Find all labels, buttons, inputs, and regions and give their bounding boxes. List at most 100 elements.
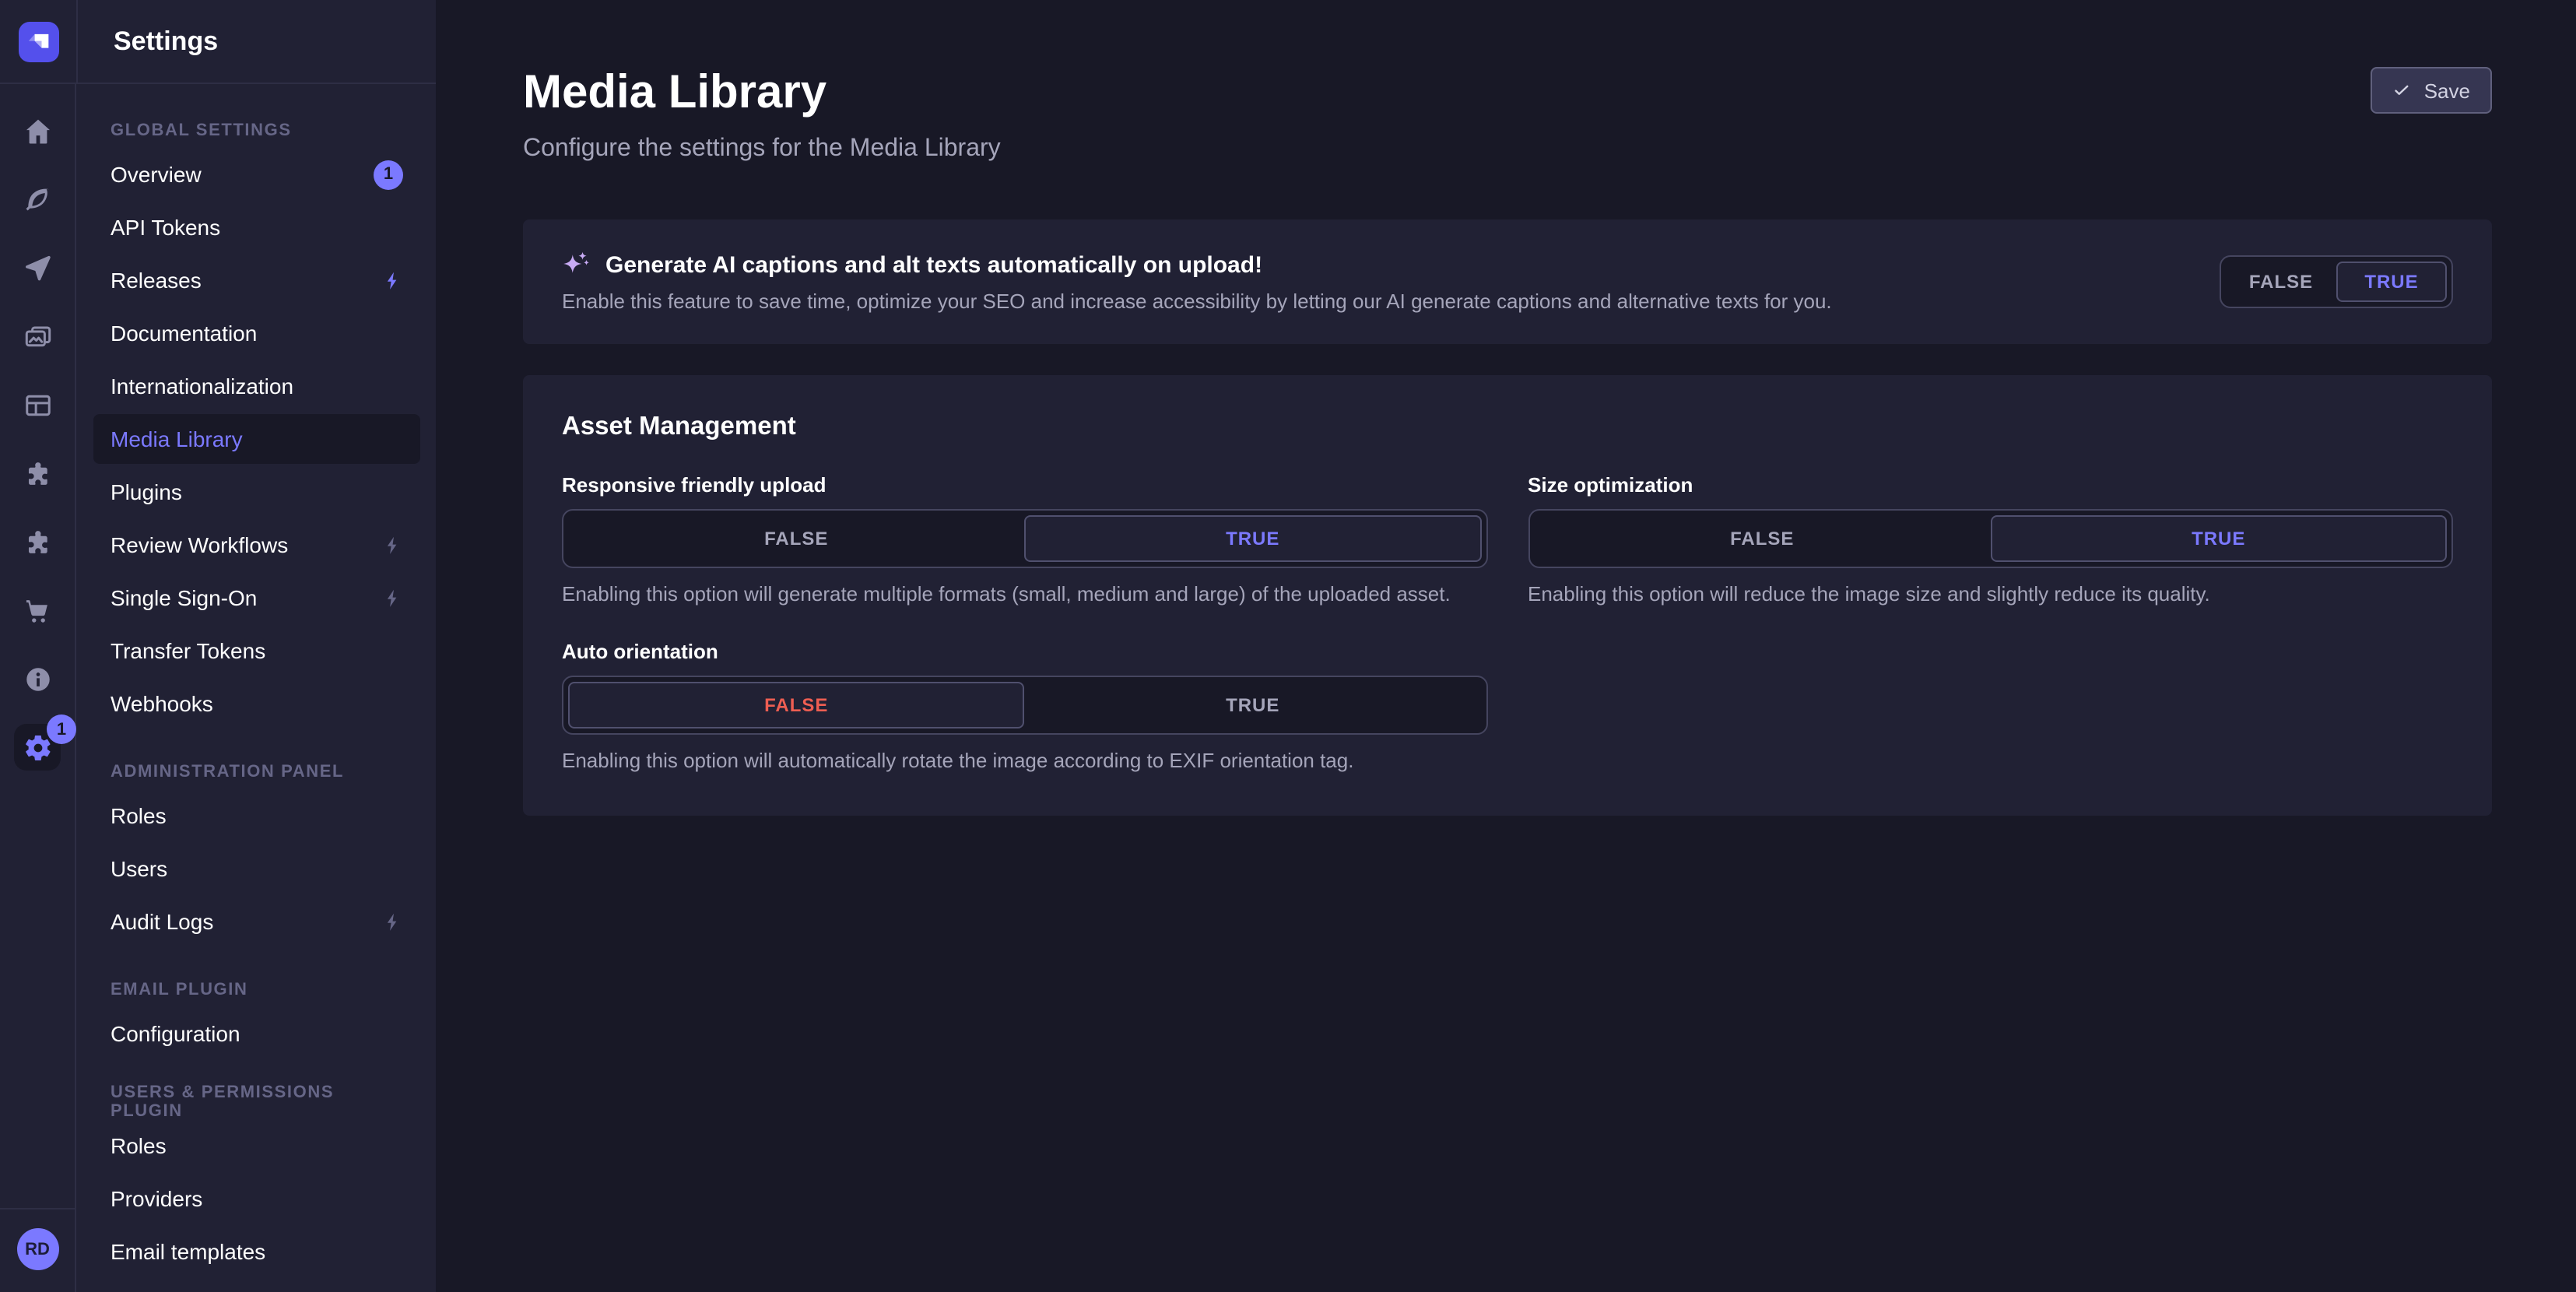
layout-icon <box>23 390 52 420</box>
sidebar-item-webhooks[interactable]: Webhooks <box>93 679 420 729</box>
strapi-logo[interactable] <box>18 21 58 61</box>
rail-item-home[interactable] <box>0 97 75 165</box>
toggle-option-false[interactable]: FALSE <box>568 515 1025 562</box>
rail-item-info[interactable] <box>0 644 75 713</box>
sidebar-item-media-library[interactable]: Media Library <box>93 414 420 464</box>
sidebar-item-documentation[interactable]: Documentation <box>93 308 420 358</box>
settings-menu-list: GLOBAL SETTINGSOverview1API TokensReleas… <box>93 112 420 1276</box>
puzzle-icon <box>23 527 52 556</box>
sidebar-item-api-tokens[interactable]: API Tokens <box>93 202 420 252</box>
sidebar-item-label: API Tokens <box>111 215 403 240</box>
sidebar-header: Settings <box>0 0 436 84</box>
toggle-option-false[interactable]: FALSE <box>1534 515 1991 562</box>
sidebar-item-label: Review Workflows <box>111 532 383 557</box>
sidebar-item-label: Configuration <box>111 1021 403 1046</box>
sidebar-item-label: Users <box>111 856 403 881</box>
sidebar-item-label: Audit Logs <box>111 909 383 934</box>
sidebar-item-label: Email templates <box>111 1239 403 1264</box>
section-label-email-plugin: EMAIL PLUGIN <box>93 971 420 1009</box>
sidebar-title: Settings <box>114 26 218 57</box>
asset-management-fields: Responsive friendly uploadFALSETRUEEnabl… <box>562 473 2453 772</box>
rail-item-cart[interactable] <box>0 576 75 644</box>
sidebar-item-label: Overview <box>111 162 374 187</box>
notification-badge: 1 <box>374 160 403 189</box>
sidebar-item-label: Providers <box>111 1186 403 1211</box>
sidebar-item-single-sign-on[interactable]: Single Sign-On <box>93 573 420 623</box>
rail-item-puzzle[interactable] <box>0 507 75 576</box>
rail-item-puzzle[interactable] <box>0 439 75 507</box>
section-label-global-settings: GLOBAL SETTINGS <box>93 112 420 149</box>
images-icon <box>23 321 52 351</box>
sidebar-item-plugins[interactable]: Plugins <box>93 467 420 517</box>
section-label-users-permissions-plugin: USERS & PERMISSIONS PLUGIN <box>93 1083 420 1121</box>
asset-management-title: Asset Management <box>562 413 2453 442</box>
sidebar-item-label: Releases <box>111 268 383 293</box>
lightning-icon <box>383 535 403 555</box>
toggle-option-true[interactable]: TRUE <box>2336 262 2447 302</box>
sidebar-item-transfer-tokens[interactable]: Transfer Tokens <box>93 626 420 676</box>
strapi-logo-icon <box>18 21 58 61</box>
rail-item-layout[interactable] <box>0 370 75 439</box>
page-heading-block: Media Library Configure the settings for… <box>523 67 1001 163</box>
settings-submenu: GLOBAL SETTINGSOverview1API TokensReleas… <box>76 84 436 1292</box>
sidebar-item-label: Internationalization <box>111 374 403 398</box>
rail-item-feather[interactable] <box>0 165 75 233</box>
toggle-option-false[interactable]: FALSE <box>2226 262 2336 302</box>
toggle-option-true[interactable]: TRUE <box>1025 682 1482 729</box>
field-size-optimization: Size optimization FALSETRUE Enabling this … <box>1528 473 2453 606</box>
sidebar-item-releases[interactable]: Releases <box>93 255 420 305</box>
gear-icon <box>23 732 52 762</box>
info-icon <box>23 664 52 693</box>
lightning-icon <box>383 270 403 290</box>
sidebar-item-providers[interactable]: Providers <box>93 1174 420 1224</box>
sidebar-item-users[interactable]: Users <box>93 844 420 894</box>
main-content: Media Library Configure the settings for… <box>436 0 2576 1292</box>
user-avatar[interactable]: RD <box>16 1228 58 1270</box>
toggle-option-true[interactable]: TRUE <box>1991 515 2448 562</box>
ai-banner: Generate AI captions and alt texts autom… <box>523 219 2492 344</box>
sidebar-item-configuration[interactable]: Configuration <box>93 1009 420 1059</box>
rail-item-paper-plane[interactable] <box>0 233 75 302</box>
save-button-label: Save <box>2424 79 2470 102</box>
field-label: Auto orientation <box>562 640 1487 663</box>
rail-item-images[interactable] <box>0 302 75 370</box>
sidebar-item-audit-logs[interactable]: Audit Logs <box>93 897 420 946</box>
sparkles-icon <box>562 251 590 279</box>
field-hint: Enabling this option will automatically … <box>562 749 1487 772</box>
sidebar-item-label: Roles <box>111 803 403 828</box>
toggle-option-true[interactable]: TRUE <box>1025 515 1482 562</box>
sidebar-item-overview[interactable]: Overview1 <box>93 149 420 199</box>
field-label: Responsive friendly upload <box>562 473 1487 497</box>
rail-icon-list: 1 <box>0 97 75 781</box>
field-hint: Enabling this option will reduce the ima… <box>1528 582 2453 606</box>
lightning-icon <box>383 911 403 932</box>
notification-badge: 1 <box>47 714 76 744</box>
save-button[interactable]: Save <box>2371 67 2492 114</box>
sidebar-body: 1 RD GLOBAL SETTINGSOverview1API TokensR… <box>0 84 436 1292</box>
paper-plane-icon <box>23 253 52 283</box>
ai-banner-text: Generate AI captions and alt texts autom… <box>562 251 2173 313</box>
sidebar-item-roles[interactable]: Roles <box>93 1121 420 1171</box>
rail-bottom: RD <box>0 1208 75 1292</box>
section-label-administration-panel: ADMINISTRATION PANEL <box>93 753 420 791</box>
sidebar-item-label: Documentation <box>111 321 403 346</box>
sidebar-item-label: Media Library <box>111 427 403 451</box>
sidebar-item-label: Roles <box>111 1133 403 1158</box>
field-auto-orientation: Auto orientation FALSETRUE Enabling this o… <box>562 640 1487 772</box>
sidebar-item-email-templates[interactable]: Email templates <box>93 1227 420 1276</box>
sidebar-item-roles[interactable]: Roles <box>93 791 420 841</box>
puzzle-icon <box>23 458 52 488</box>
auto-orientation-toggle: FALSETRUE <box>562 676 1487 735</box>
sidebar-item-label: Plugins <box>111 479 403 504</box>
icon-rail: 1 RD <box>0 84 76 1292</box>
sidebar-item-internationalization[interactable]: Internationalization <box>93 361 420 411</box>
lightning-icon <box>383 588 403 608</box>
app-root: Settings 1 RD GLOBAL SETTINGSOverview1AP… <box>0 0 2576 1292</box>
field-label: Size optimization <box>1528 473 2453 497</box>
toggle-option-false[interactable]: FALSE <box>568 682 1025 729</box>
page-subtitle: Configure the settings for the Media Lib… <box>523 135 1001 163</box>
asset-management-card: Asset Management Responsive friendly upl… <box>523 375 2492 816</box>
sidebar-item-review-workflows[interactable]: Review Workflows <box>93 520 420 570</box>
rail-item-gear[interactable]: 1 <box>0 713 75 781</box>
banner-description: Enable this feature to save time, optimi… <box>562 290 2173 313</box>
